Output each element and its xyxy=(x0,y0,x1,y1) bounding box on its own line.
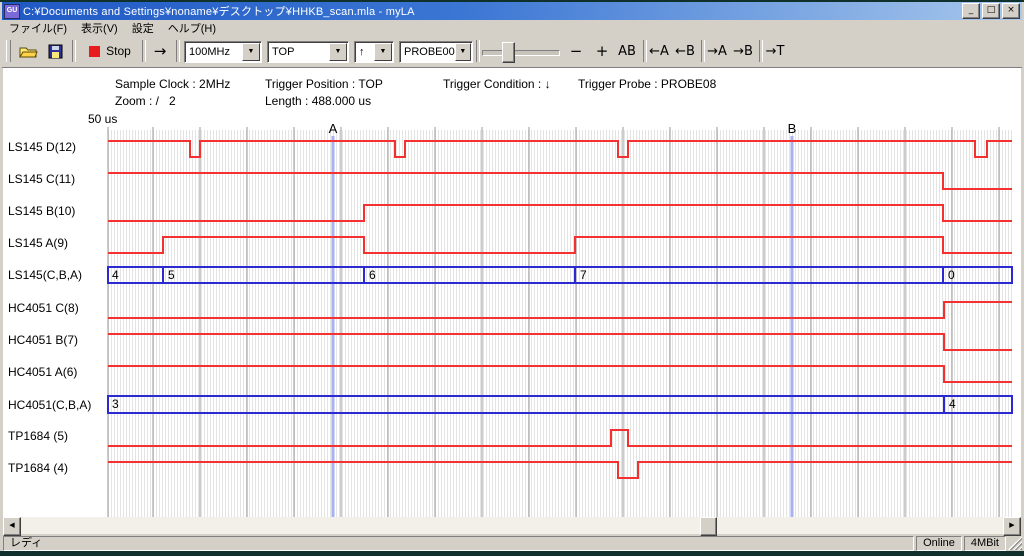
channel-label: LS145(C,B,A) xyxy=(8,268,82,282)
toolbar-separator xyxy=(176,40,180,62)
close-button[interactable]: × xyxy=(1002,3,1020,19)
horizontal-scrollbar[interactable]: ◀ ▶ xyxy=(3,517,1021,534)
single-run-button[interactable]: → xyxy=(148,39,172,63)
open-file-button[interactable] xyxy=(16,39,40,63)
window-title: C:¥Documents and Settings¥noname¥デスクトップ¥… xyxy=(23,3,960,19)
toolbar-separator xyxy=(142,40,146,62)
goto-trigger-button[interactable]: →T xyxy=(763,39,787,63)
save-floppy-icon xyxy=(48,44,63,59)
status-message: レディ xyxy=(3,536,914,551)
set-marker-a-button[interactable]: →A xyxy=(705,39,729,63)
channel-label: LS145 D(12) xyxy=(8,140,76,154)
channel-label: LS145 A(9) xyxy=(8,236,68,250)
set-marker-b-button[interactable]: →B xyxy=(731,39,755,63)
trigger-position-value: TOP xyxy=(268,46,329,58)
menu-view[interactable]: 表示(V) xyxy=(74,19,125,37)
trigger-condition-info: Trigger Condition : ↓ xyxy=(443,77,551,91)
menu-bar: ファイル(F) 表示(V) 設定 ヘルプ(H) xyxy=(2,20,1022,36)
sample-rate-combo[interactable]: 100MHz ▼ xyxy=(184,41,262,63)
status-memory-badge: 4MBit xyxy=(964,536,1006,551)
trigger-probe-info: Trigger Probe : PROBE08 xyxy=(578,77,716,91)
probe-value: PROBE00 xyxy=(400,46,455,58)
desktop-edge-bottom xyxy=(0,551,1024,556)
channel-label: LS145 B(10) xyxy=(8,204,75,218)
goto-marker-b-button[interactable]: ←B xyxy=(673,39,697,63)
menu-settings[interactable]: 設定 xyxy=(125,19,161,37)
stop-icon xyxy=(89,46,100,57)
toolbar-separator xyxy=(72,40,76,62)
trigger-position-info: Trigger Position : TOP xyxy=(265,77,383,91)
window-controls: _ □ × xyxy=(960,3,1020,19)
sample-rate-value: 100MHz xyxy=(185,46,242,58)
toolbar-grip[interactable] xyxy=(6,40,11,62)
channel-label: HC4051 C(8) xyxy=(8,301,79,315)
minimize-button[interactable]: _ xyxy=(962,3,980,19)
trigger-position-combo[interactable]: TOP ▼ xyxy=(267,41,349,63)
save-button[interactable] xyxy=(44,39,66,63)
zoom-in-button[interactable]: + xyxy=(592,39,612,63)
toolbar: Stop → 100MHz ▼ TOP ▼ ↑ ▼ PROBE00 ▼ − + … xyxy=(2,36,1022,68)
toolbar-separator xyxy=(476,40,480,62)
zoom-info: Zoom : / 2 xyxy=(115,94,176,108)
chevron-down-icon[interactable]: ▼ xyxy=(242,43,260,61)
probe-combo[interactable]: PROBE00 ▼ xyxy=(399,41,473,63)
grid-minor-lines xyxy=(108,130,1012,517)
zoom-slider-track[interactable] xyxy=(482,50,560,56)
stop-label: Stop xyxy=(106,44,131,58)
zoom-out-button[interactable]: − xyxy=(566,39,586,63)
length-info: Length : 488.000 us xyxy=(265,94,371,108)
stop-button[interactable]: Stop xyxy=(82,39,138,63)
goto-marker-a-button[interactable]: ←A xyxy=(647,39,671,63)
sample-clock-info: Sample Clock : 2MHz xyxy=(115,77,230,91)
resize-grip[interactable] xyxy=(1008,536,1022,550)
trigger-edge-value: ↑ xyxy=(355,46,374,58)
trigger-edge-combo[interactable]: ↑ ▼ xyxy=(354,41,394,63)
open-folder-icon xyxy=(18,44,38,59)
menu-help[interactable]: ヘルプ(H) xyxy=(161,19,223,37)
channel-label: HC4051 B(7) xyxy=(8,333,78,347)
chevron-down-icon[interactable]: ▼ xyxy=(329,43,347,61)
chevron-down-icon[interactable]: ▼ xyxy=(455,43,471,61)
title-bar[interactable]: GU C:¥Documents and Settings¥noname¥デスクト… xyxy=(2,2,1022,20)
channel-label: HC4051 A(6) xyxy=(8,365,77,379)
app-icon: GU xyxy=(4,4,20,19)
status-bar: レディ Online 4MBit xyxy=(2,534,1022,551)
channel-label: TP1684 (5) xyxy=(8,429,68,443)
maximize-button[interactable]: □ xyxy=(982,3,1000,19)
application-window: GU C:¥Documents and Settings¥noname¥デスクト… xyxy=(0,0,1024,556)
channel-label: HC4051(C,B,A) xyxy=(8,398,91,412)
time-scale-label: 50 us xyxy=(88,112,117,126)
channel-label: TP1684 (4) xyxy=(8,461,68,475)
status-online-badge: Online xyxy=(916,536,962,551)
chevron-down-icon[interactable]: ▼ xyxy=(374,43,392,61)
menu-file[interactable]: ファイル(F) xyxy=(2,19,74,37)
ab-range-button[interactable]: AB xyxy=(615,39,639,63)
zoom-slider-thumb[interactable] xyxy=(502,42,515,63)
channel-label: LS145 C(11) xyxy=(8,172,75,186)
